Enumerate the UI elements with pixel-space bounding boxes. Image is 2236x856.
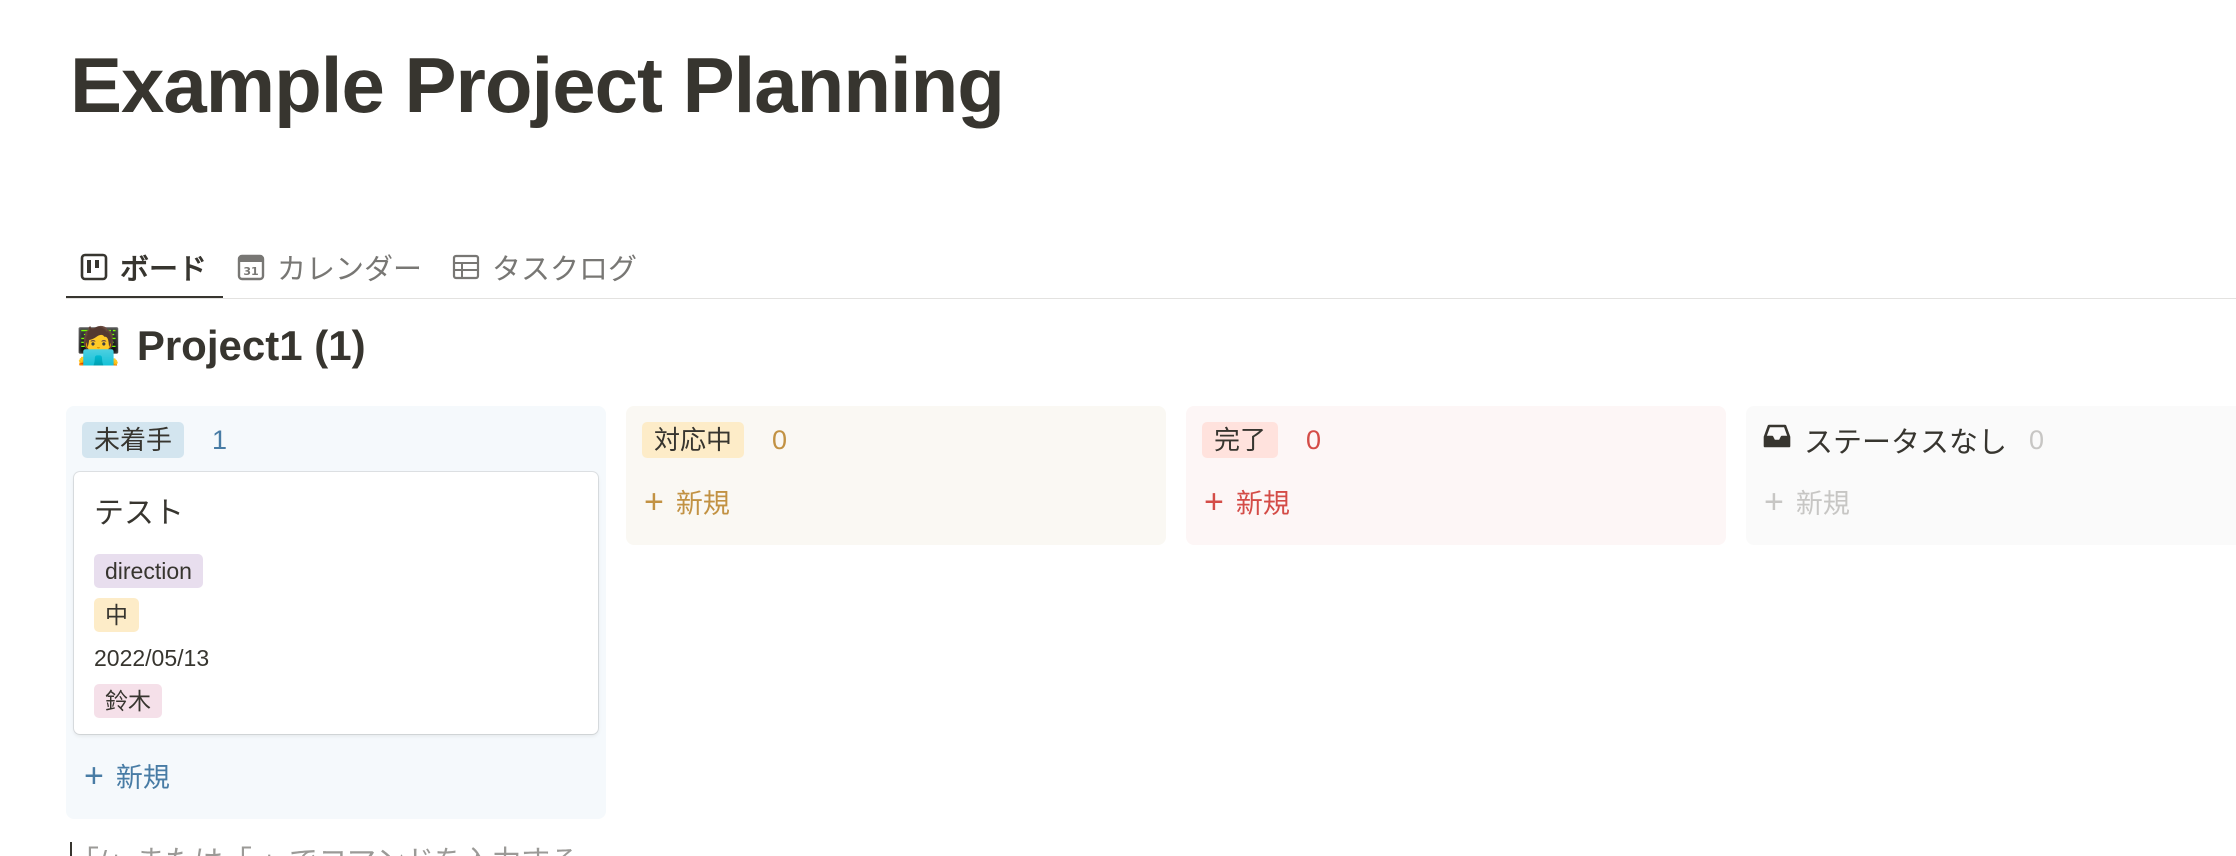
tabs-divider — [66, 298, 2236, 299]
status-tag: 未着手 — [82, 422, 185, 458]
board-column-not-started: 未着手 1 テスト direction 中 2022/05/13 鈴木 + 新規 — [66, 406, 606, 819]
board-column-done: 完了 0 + 新規 — [1186, 406, 1726, 545]
card-assignee: 鈴木 — [94, 684, 162, 718]
plus-icon: + — [84, 756, 104, 795]
board-card[interactable]: テスト direction 中 2022/05/13 鈴木 — [74, 472, 598, 734]
board-column-no-status: ステータスなし 0 + 新規 — [1746, 406, 2236, 545]
page: Example Project Planning ボード 31 カレンダー タス… — [0, 0, 2236, 856]
group-title: Project1 (1) — [136, 322, 366, 369]
column-count: 0 — [2029, 424, 2045, 455]
group-header[interactable]: 🧑‍💻 Project1 (1) — [76, 322, 366, 370]
column-header[interactable]: ステータスなし 0 — [1754, 420, 2236, 460]
plus-icon: + — [644, 482, 664, 521]
tab-tasklog-label: タスクログ — [492, 254, 638, 286]
new-card-label: 新規 — [1235, 489, 1290, 519]
technologist-emoji-icon: 🧑‍💻 — [76, 325, 121, 366]
new-card-label: 新規 — [1795, 489, 1850, 519]
card-date: 2022/05/13 — [94, 645, 210, 671]
tab-board-label: ボード — [120, 254, 208, 286]
calendar-day-number: 31 — [243, 265, 258, 278]
plus-icon: + — [1204, 482, 1224, 521]
table-icon — [452, 253, 480, 281]
column-header[interactable]: 対応中 0 — [634, 420, 1158, 460]
column-count: 0 — [772, 424, 788, 455]
tab-board[interactable]: ボード — [66, 236, 224, 299]
column-header[interactable]: 未着手 1 — [74, 420, 598, 460]
tab-calendar-label: カレンダー — [277, 254, 423, 286]
inbox-icon — [1762, 421, 1792, 459]
new-card-button[interactable]: + 新規 — [1754, 468, 2236, 535]
card-tag-priority: 中 — [94, 598, 139, 632]
status-tag: 対応中 — [642, 422, 745, 458]
board-icon — [80, 253, 108, 281]
new-card-button[interactable]: + 新規 — [1194, 468, 1718, 535]
view-tabs: ボード 31 カレンダー タスクログ — [66, 236, 653, 299]
card-tag-direction: direction — [94, 554, 203, 588]
new-card-button[interactable]: + 新規 — [634, 468, 1158, 535]
column-count: 1 — [212, 424, 228, 455]
command-hint[interactable]: 「/」または「:」でコマンドを入力する — [70, 838, 579, 856]
no-status-label: ステータスなし — [1804, 427, 2008, 459]
column-header[interactable]: 完了 0 — [1194, 420, 1718, 460]
tab-calendar[interactable]: 31 カレンダー — [223, 236, 438, 298]
board-column-in-progress: 対応中 0 + 新規 — [626, 406, 1166, 545]
calendar-icon: 31 — [237, 253, 265, 281]
column-count: 0 — [1306, 424, 1322, 455]
tab-tasklog[interactable]: タスクログ — [438, 236, 653, 298]
new-card-button[interactable]: + 新規 — [74, 742, 598, 809]
new-card-label: 新規 — [675, 489, 730, 519]
plus-icon: + — [1764, 482, 1784, 521]
status-tag: 完了 — [1202, 422, 1279, 458]
new-card-label: 新規 — [115, 763, 170, 793]
page-title: Example Project Planning — [70, 41, 1005, 129]
card-title: テスト — [94, 497, 184, 530]
